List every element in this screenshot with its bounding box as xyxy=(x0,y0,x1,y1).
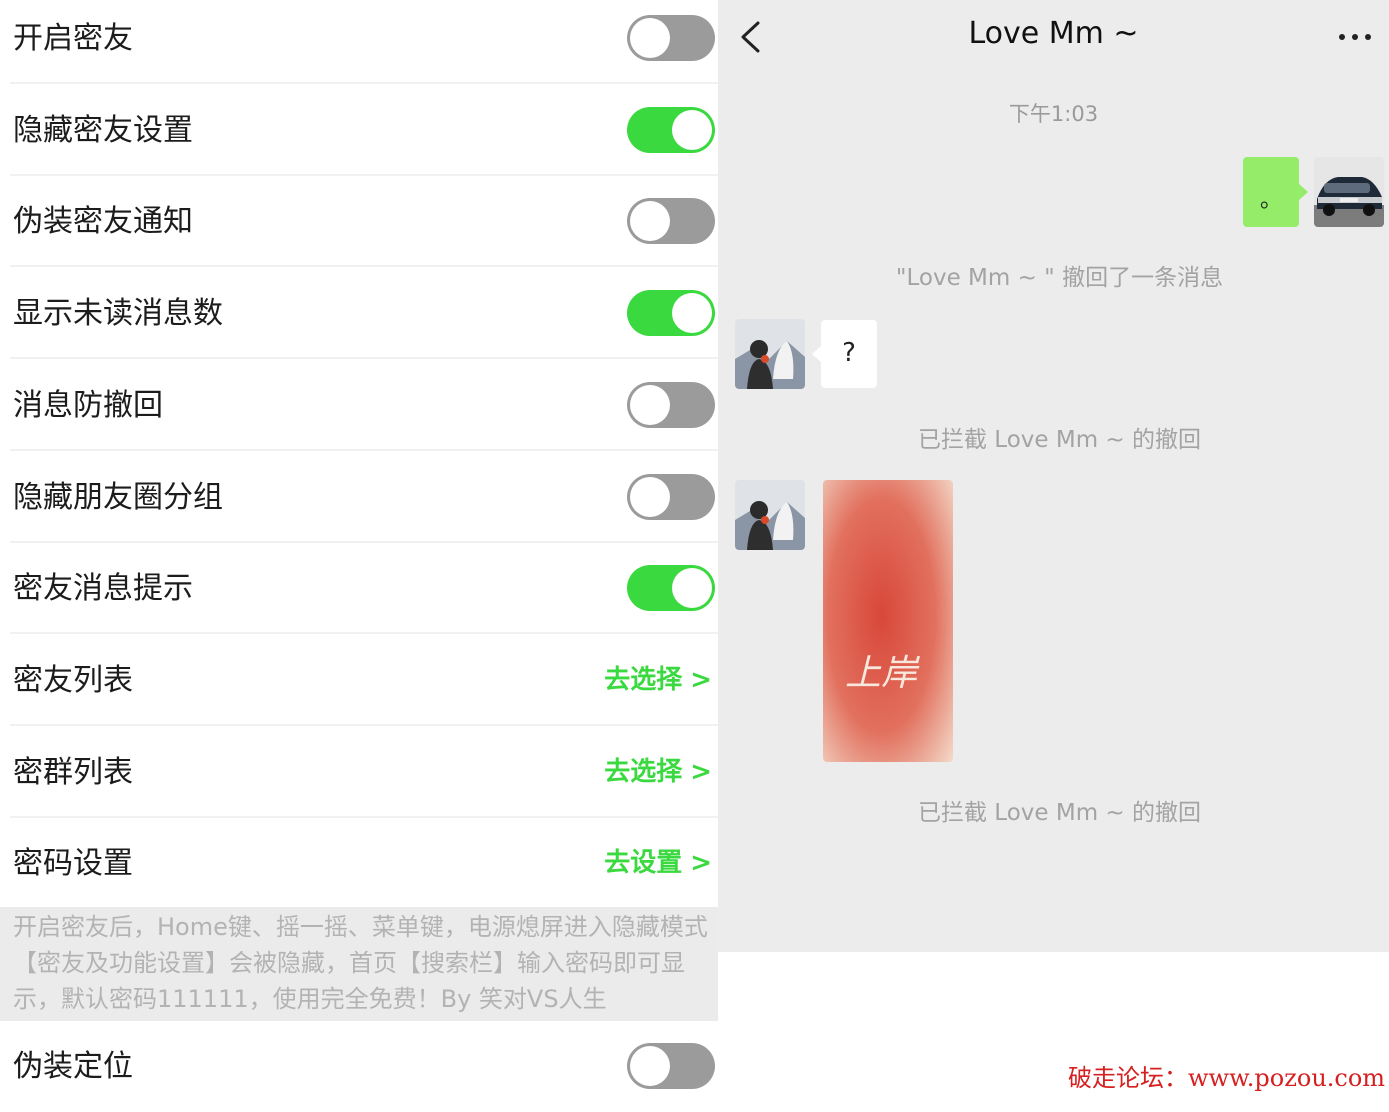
image-caption: 上岸 xyxy=(845,653,920,694)
toggle-knob xyxy=(672,109,712,150)
toggle-knob xyxy=(630,1046,670,1086)
settings-row-secret-message-alert[interactable]: 密友消息提示 xyxy=(0,543,718,635)
secret-message-alert-toggle[interactable] xyxy=(627,565,715,612)
contact-avatar[interactable] xyxy=(735,480,805,550)
toggle-knob xyxy=(630,201,670,242)
contact-message-bubble[interactable]: ? xyxy=(812,320,877,388)
row-divider xyxy=(10,357,718,360)
hide-secret-settings-toggle[interactable] xyxy=(627,106,715,153)
fake-location-toggle[interactable] xyxy=(627,1043,715,1089)
password-settings-link[interactable]: 去设置 > xyxy=(604,818,712,909)
settings-row-hide-moments-groups[interactable]: 隐藏朋友圈分组 xyxy=(0,452,718,543)
link-text: 去选择 xyxy=(604,756,683,787)
enable-secret-friend-toggle[interactable] xyxy=(627,15,715,61)
settings-row-label: 隐藏朋友圈分组 xyxy=(13,479,223,515)
hide-moments-groups-toggle[interactable] xyxy=(627,473,715,520)
car-avatar-image xyxy=(1314,157,1384,227)
toggle-knob xyxy=(672,293,712,334)
toggle-knob xyxy=(672,568,712,609)
red-gradient-image: 上岸 xyxy=(823,480,953,762)
my-avatar[interactable] xyxy=(1314,157,1384,227)
recall-notice: "Love Mm ~ " 撤回了一条消息 xyxy=(895,265,1224,291)
row-divider xyxy=(10,632,718,635)
settings-row-password-settings[interactable]: 密码设置 去设置 > xyxy=(0,818,718,909)
link-text: 去选择 xyxy=(604,664,683,695)
my-message-bubble[interactable]: 。 xyxy=(1243,157,1308,227)
settings-row-label: 密群列表 xyxy=(13,754,133,790)
settings-row-secret-group-list[interactable]: 密群列表 去选择 > xyxy=(0,727,718,818)
settings-row-show-unread-count[interactable]: 显示未读消息数 xyxy=(0,268,718,360)
settings-row-label: 开启密友 xyxy=(13,21,133,56)
settings-row-label: 密码设置 xyxy=(13,846,133,882)
settings-note-text: 开启密友后，Home键、摇一摇、菜单键，电源熄屏进入隐藏模式【密友及功能设置】会… xyxy=(13,913,708,1013)
row-divider xyxy=(10,815,718,818)
row-divider xyxy=(10,540,718,543)
my-message-text: 。 xyxy=(1259,188,1282,213)
secret-friend-settings-panel: 开启密友隐藏密友设置 伪装密友通知 显示未读消息数 消息防撤回隐藏朋友圈分组 密友消息提… xyxy=(0,0,718,1091)
toggle-knob xyxy=(630,476,670,517)
anti-recall-toggle[interactable] xyxy=(627,381,715,428)
chat-title: Love Mm ~ xyxy=(968,16,1139,51)
intercept-notice: 已拦截 Love Mm ~ 的撤回 xyxy=(917,427,1201,453)
settings-row-label: 密友消息提示 xyxy=(13,571,193,607)
link-text: 去设置 xyxy=(604,848,683,879)
settings-row-secret-friend-list[interactable]: 密友列表 去选择 > xyxy=(0,635,718,726)
settings-row-label: 伪装定位 xyxy=(13,1049,133,1084)
more-dots-icon[interactable] xyxy=(1338,27,1372,47)
chevron-right-icon: > xyxy=(690,664,712,695)
settings-row-fake-location[interactable]: 伪装定位 xyxy=(0,1021,718,1112)
chevron-right-icon: > xyxy=(690,756,712,787)
message-timestamp: 下午1:03 xyxy=(1008,102,1099,126)
disguise-notification-toggle[interactable] xyxy=(627,198,715,245)
chat-header: Love Mm ~ xyxy=(718,0,1389,75)
toggle-knob xyxy=(630,18,670,58)
row-divider xyxy=(10,265,718,268)
settings-row-anti-recall[interactable]: 消息防撤回 xyxy=(0,360,718,451)
settings-row-label: 显示未读消息数 xyxy=(13,296,223,332)
row-divider xyxy=(10,723,718,726)
row-divider xyxy=(10,82,718,84)
row-divider xyxy=(10,173,718,176)
chevron-right-icon: > xyxy=(690,848,712,879)
secret-group-list-link[interactable]: 去选择 > xyxy=(604,727,712,818)
contact-message-text: ? xyxy=(842,338,856,368)
secret-friend-list-link[interactable]: 去选择 > xyxy=(604,635,712,726)
site-watermark: 破走论坛：www.pozou.com xyxy=(1068,1064,1386,1092)
settings-row-enable-secret-friend[interactable]: 开启密友 xyxy=(0,0,718,84)
intercept-notice: 已拦截 Love Mm ~ 的撤回 xyxy=(917,800,1201,826)
settings-row-label: 伪装密友通知 xyxy=(13,204,193,240)
contact-avatar[interactable] xyxy=(735,319,805,389)
settings-row-disguise-notification[interactable]: 伪装密友通知 xyxy=(0,176,718,268)
settings-row-hide-secret-settings[interactable]: 隐藏密友设置 xyxy=(0,85,718,176)
settings-row-label: 隐藏密友设置 xyxy=(13,112,193,148)
image-message[interactable]: 上岸 xyxy=(823,480,953,762)
contact-avatar-image xyxy=(735,319,805,389)
row-divider xyxy=(10,448,718,451)
show-unread-count-toggle[interactable] xyxy=(627,290,715,337)
settings-row-label: 密友列表 xyxy=(13,662,133,698)
settings-note: 开启密友后，Home键、摇一摇、菜单键，电源熄屏进入隐藏模式【密友及功能设置】会… xyxy=(0,907,718,1021)
toggle-knob xyxy=(630,384,670,425)
chat-panel: Love Mm ~ 下午1:03 。 "Love Mm ~ " 撤回了一条消息 xyxy=(718,0,1389,952)
settings-row-label: 消息防撤回 xyxy=(13,387,163,423)
contact-avatar-image xyxy=(735,480,805,550)
